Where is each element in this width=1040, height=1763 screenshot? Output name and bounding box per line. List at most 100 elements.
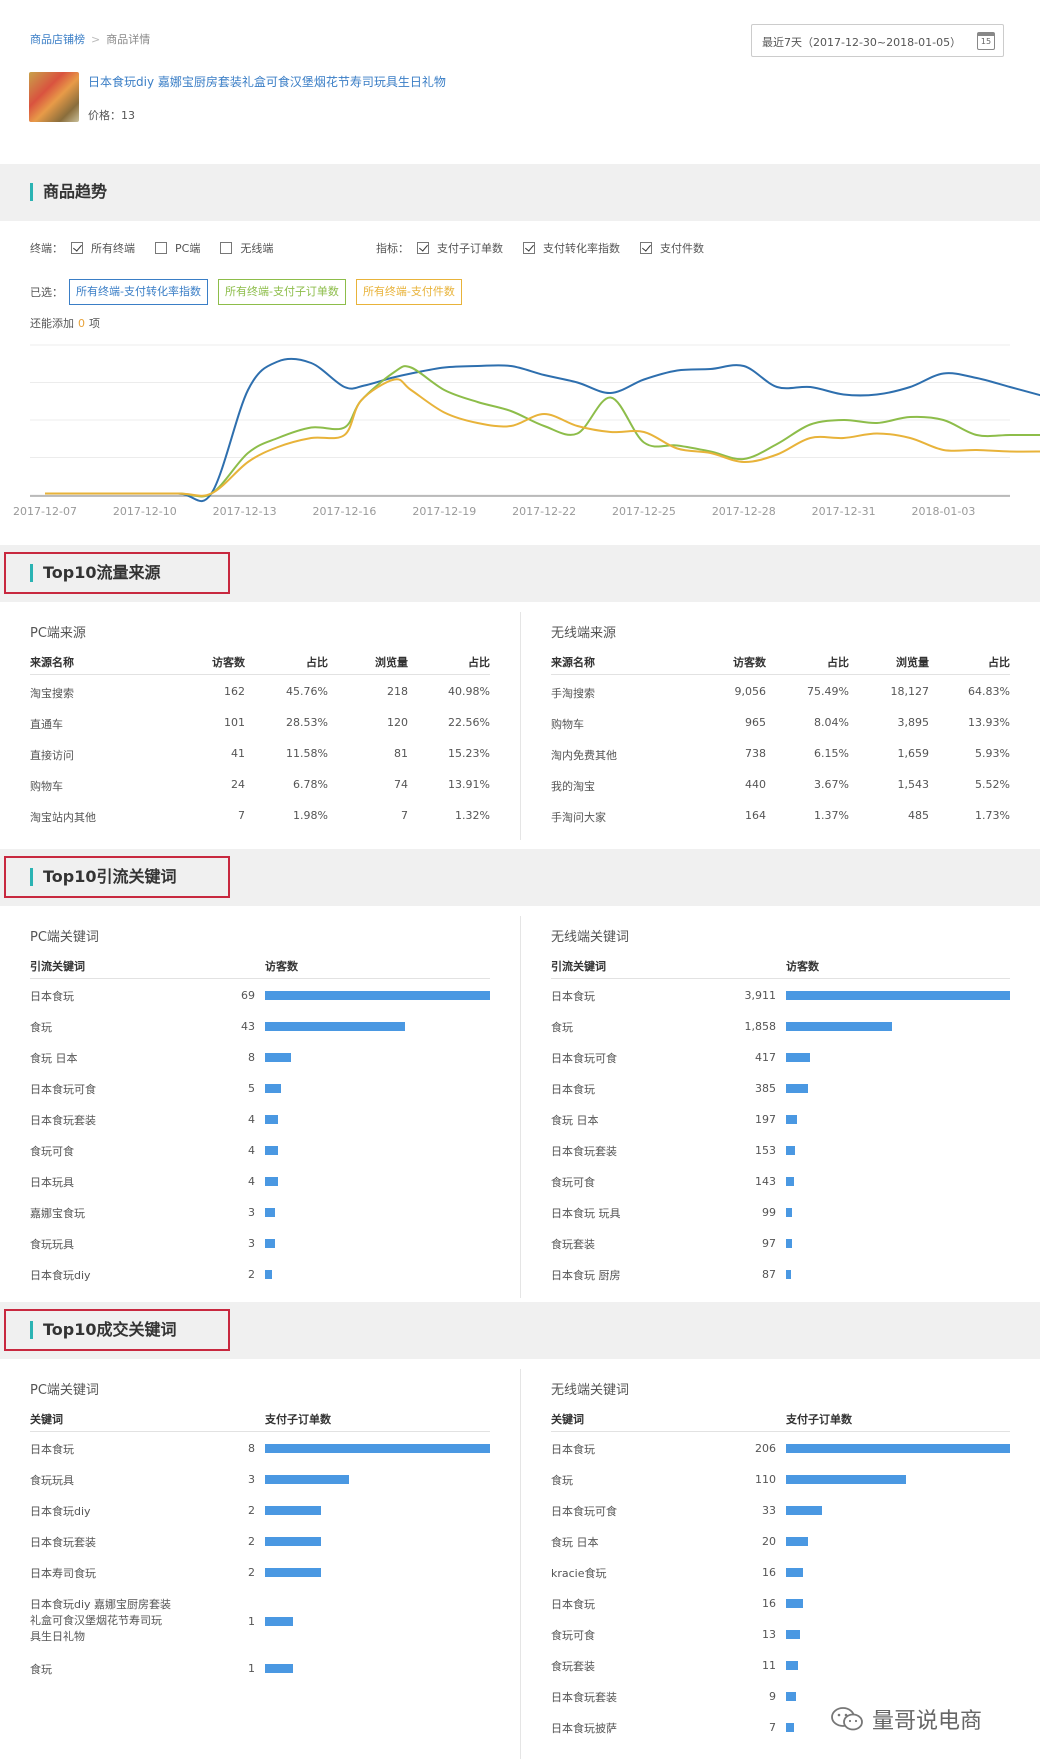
column-divider (520, 612, 521, 840)
keyword-value: 20 (762, 1535, 776, 1548)
terminal-option-0[interactable]: 所有终端 (71, 240, 135, 256)
keyword-value: 7 (769, 1721, 776, 1734)
terminal-checkbox[interactable] (220, 242, 233, 254)
column-header: 占比 (827, 656, 849, 669)
metric-option-2[interactable]: 支付件数 (640, 240, 704, 256)
keyword-line: kracie食玩 (551, 1567, 607, 1580)
table-title: PC端来源 (30, 626, 86, 641)
keyword-text: 日本食玩 (551, 1442, 595, 1458)
breadcrumb: 商品店铺榜 > 商品详情 (30, 31, 150, 47)
column-header: 引流关键词 (551, 960, 606, 973)
deal-section-header: Top10成交关键词 (0, 1302, 1040, 1359)
column-header: 支付子订单数 (786, 1413, 852, 1426)
metric-option-0[interactable]: 支付子订单数 (417, 240, 503, 256)
keyword-value: 87 (762, 1268, 776, 1281)
header-divider (551, 978, 1010, 979)
keyword-value: 153 (755, 1144, 776, 1157)
keyword-text: 食玩 日本 (551, 1535, 599, 1551)
terminal-option-label: 所有终端 (91, 242, 135, 255)
table-cell: 485 (908, 809, 929, 822)
terminal-checkbox[interactable] (155, 242, 167, 254)
terminal-checkbox[interactable] (71, 242, 83, 254)
keyword-text: kracie食玩 (551, 1566, 607, 1582)
source-name: 我的淘宝 (551, 780, 595, 793)
value-bar (786, 1146, 795, 1155)
table-cell: 3,895 (897, 716, 930, 729)
column-header: 占比 (988, 656, 1010, 669)
metric-checkbox[interactable] (417, 242, 429, 254)
source-name: 手淘搜索 (551, 687, 595, 700)
column-header: 占比 (306, 656, 328, 669)
selected-metric-tag[interactable]: 所有终端-支付转化率指数 (69, 279, 208, 305)
keyword-text: 日本食玩套装 (551, 1690, 617, 1706)
table-title: 无线端关键词 (551, 930, 630, 945)
keyword-value: 13 (762, 1628, 776, 1641)
table-cell: 5.52% (975, 778, 1010, 791)
product-title-link[interactable]: 日本食玩diy 嘉娜宝厨房套装礼盒可食汉堡烟花节寿司玩具生日礼物 (88, 73, 446, 90)
date-range-picker[interactable]: 最近7天（2017-12-30~2018-01-05） 15 (751, 24, 1004, 57)
keyword-value: 33 (762, 1504, 776, 1517)
value-bar (786, 1239, 792, 1248)
terminal-option-2[interactable]: 无线端 (220, 240, 273, 256)
metric-checkbox[interactable] (523, 242, 535, 254)
table-cell: 8.04% (814, 716, 849, 729)
table-title: PC端关键词 (30, 930, 99, 945)
product-thumbnail[interactable] (29, 72, 79, 122)
series-line-0[interactable] (45, 357, 1040, 503)
column-header: 来源名称 (30, 656, 74, 669)
terminal-filter: 终端： 所有终端 PC端 无线端 (30, 240, 293, 256)
selected-metric-tag[interactable]: 所有终端-支付件数 (355, 279, 462, 305)
keyword-text: 食玩可食 (551, 1175, 595, 1191)
value-bar (786, 1270, 791, 1279)
trend-section-header: 商品趋势 (0, 164, 1040, 221)
table-cell: 738 (745, 747, 766, 760)
keyword-text: 食玩可食 (551, 1628, 595, 1644)
keyword-text: 食玩 (551, 1473, 573, 1489)
keyword-text: 日本食玩可食 (551, 1051, 617, 1067)
breadcrumb-separator: > (91, 33, 101, 46)
keyword-value: 1,858 (744, 1020, 777, 1033)
metric-filter-label: 指标： (376, 242, 409, 255)
x-tick-label: 2017-12-13 (213, 505, 277, 518)
table-cell: 75.49% (807, 685, 849, 698)
keyword-line: 日本食玩套装 (551, 1691, 617, 1704)
column-header: 支付子订单数 (265, 1413, 331, 1426)
x-tick-label: 2017-12-31 (812, 505, 876, 518)
metric-option-label: 支付件数 (660, 242, 704, 255)
table-cell: 6.15% (814, 747, 849, 760)
metric-option-1[interactable]: 支付转化率指数 (523, 240, 620, 256)
traffic-section-header: Top10流量来源 (0, 545, 1040, 602)
selected-metric-tag[interactable]: 所有终端-支付子订单数 (217, 279, 346, 305)
keyword-text: 日本食玩披萨 (551, 1721, 617, 1737)
table-title: 无线端来源 (551, 626, 617, 641)
keyword-line: 日本食玩套装 (551, 1145, 617, 1158)
table-cell: 1.37% (814, 809, 849, 822)
column-divider (520, 916, 521, 1298)
table-cell: 1.73% (975, 809, 1010, 822)
keyword-value: 197 (755, 1113, 776, 1126)
value-bar (786, 1053, 810, 1062)
header-divider (551, 1431, 1010, 1432)
metric-checkbox[interactable] (640, 242, 652, 254)
column-header: 关键词 (551, 1413, 584, 1426)
keyword-highlight-box (4, 856, 230, 898)
table-cell: 1,659 (897, 747, 930, 760)
terminal-option-1[interactable]: PC端 (155, 240, 200, 256)
header-divider (551, 674, 1010, 675)
header-divider (30, 978, 490, 979)
value-bar (786, 1661, 798, 1670)
column-header: 引流关键词 (30, 960, 85, 973)
keyword-line: 日本食玩 (551, 990, 595, 1003)
x-tick-label: 2017-12-16 (313, 505, 377, 518)
series-line-1[interactable] (45, 365, 1040, 498)
value-bar (786, 991, 1010, 1000)
keyword-line: 日本食玩 (551, 1443, 595, 1456)
traffic-tables: PC端来源 来源名称 访客数 占比 浏览量 占比 淘宝搜索 162 45.76% 218 40.98… (0, 602, 1040, 848)
keyword-value: 417 (755, 1051, 776, 1064)
terminal-filter-label: 终端： (30, 242, 63, 255)
column-header: 占比 (468, 656, 490, 669)
x-tick-label: 2017-12-22 (512, 505, 576, 518)
calendar-icon[interactable]: 15 (977, 32, 995, 50)
series-line-2[interactable] (45, 378, 1040, 497)
breadcrumb-root-link[interactable]: 商品店铺榜 (30, 33, 85, 46)
